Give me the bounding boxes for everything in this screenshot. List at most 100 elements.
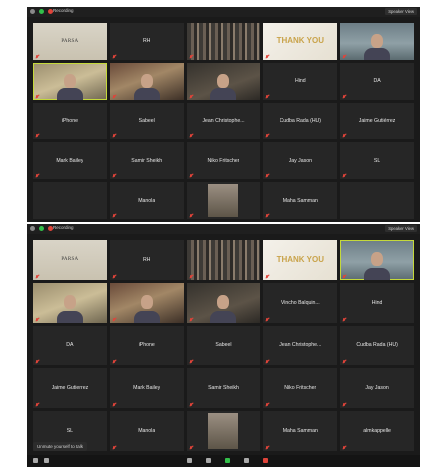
reactions-icon[interactable] <box>263 458 268 463</box>
close-dot-icon[interactable] <box>30 9 35 14</box>
participant-tile[interactable] <box>340 240 414 280</box>
mute-mic-icon <box>265 274 269 279</box>
participant-tile[interactable]: Jay Jason <box>340 368 414 409</box>
participant-tile[interactable]: SL <box>340 142 414 180</box>
camera-icon[interactable] <box>44 458 49 463</box>
participant-tile[interactable]: Maha Samman <box>263 182 338 219</box>
participant-tile[interactable]: Jay Jason <box>263 142 338 180</box>
participant-name: Maha Samman <box>282 428 318 435</box>
participant-body <box>56 87 83 100</box>
participant-name: iPhone <box>138 342 155 349</box>
participant-tile[interactable]: Samir Sheikh <box>186 368 261 409</box>
mute-mic-icon <box>35 274 39 279</box>
mute-mic-icon <box>112 54 116 59</box>
participant-tile[interactable]: THANK YOU <box>263 23 338 60</box>
participant-tile[interactable]: Manola <box>109 182 184 219</box>
participant-tile[interactable] <box>186 62 261 100</box>
participant-body <box>133 87 160 100</box>
mute-mic-icon <box>189 213 193 218</box>
participant-tile[interactable] <box>109 62 184 100</box>
participant-tile[interactable] <box>186 23 261 60</box>
speaker-view-button[interactable]: Speaker View <box>385 8 417 15</box>
close-dot-icon[interactable] <box>30 226 35 231</box>
participant-tile[interactable]: DA <box>340 62 414 100</box>
participant-name: Hind <box>371 299 383 306</box>
mute-mic-icon <box>189 445 193 450</box>
participant-name: Samir Sheikh <box>131 157 163 164</box>
participant-tile[interactable]: RH <box>109 23 184 60</box>
participant-name: Mark Bailey <box>133 385 161 392</box>
participant-tile[interactable] <box>186 182 261 219</box>
participant-tile[interactable]: RH <box>109 240 184 280</box>
participant-tile[interactable]: Niko Fritscher <box>263 368 338 409</box>
mute-mic-icon <box>342 174 346 178</box>
participant-name: almkappelle <box>363 428 391 435</box>
participant-tile[interactable]: THANK YOU <box>263 240 338 280</box>
participant-tile[interactable]: iPhone <box>109 325 184 366</box>
participant-tile[interactable]: Maha Samman <box>263 411 338 451</box>
mute-mic-icon <box>112 360 116 364</box>
speaker-view-button[interactable]: Speaker View <box>385 225 417 232</box>
participant-tile[interactable]: Hind <box>340 282 414 323</box>
participant-tile[interactable] <box>186 411 261 451</box>
participant-face <box>63 294 76 309</box>
participant-grid: PARSA RH THANK YOU Vincho Balquin... Hind DA i… <box>33 240 414 451</box>
participant-name: Jean Christophe... <box>202 117 245 124</box>
participant-name: Jaime Gutiérrez <box>358 117 396 124</box>
mute-mic-icon <box>342 134 346 138</box>
participant-tile[interactable] <box>33 62 107 100</box>
participant-tile[interactable]: Jaime Gutierrez <box>33 368 107 409</box>
participant-tile[interactable] <box>186 282 261 323</box>
participant-tile[interactable]: DA <box>33 325 107 366</box>
participant-name: Niko Fritscher <box>207 157 240 164</box>
microphone-icon[interactable] <box>33 458 38 463</box>
participant-face <box>63 73 76 88</box>
mute-mic-icon <box>342 317 346 322</box>
participant-tile[interactable]: Jean Christophe... <box>263 325 338 366</box>
participant-tile[interactable]: iPhone <box>33 102 107 140</box>
participant-face <box>371 251 384 266</box>
participant-tile[interactable]: Mark Bailey <box>33 142 107 180</box>
participant-name: RH <box>142 38 151 45</box>
participant-tile[interactable] <box>109 282 184 323</box>
zoom-window-top: Recording Speaker View PARSA RH THANK YOU H… <box>27 7 420 222</box>
participant-tile[interactable]: Jaime Gutiérrez <box>340 102 414 140</box>
mute-mic-icon <box>112 94 116 99</box>
participant-tile[interactable]: Jean Christophe... <box>186 102 261 140</box>
participant-tile[interactable]: Sabeel <box>186 325 261 366</box>
participant-tile[interactable]: Manola <box>109 411 184 451</box>
participant-body <box>364 267 391 280</box>
participant-tile[interactable]: Cudba Rada (HU) <box>340 325 414 366</box>
participant-tile[interactable]: PARSA <box>33 240 107 280</box>
meeting-toolbar <box>27 455 420 467</box>
participant-tile[interactable] <box>33 282 107 323</box>
share-screen-icon[interactable] <box>225 458 230 463</box>
participant-tile[interactable]: Samir Sheikh <box>109 142 184 180</box>
participant-face <box>140 294 153 309</box>
participant-tile[interactable]: Hind <box>263 62 338 100</box>
participant-name: Manola <box>138 197 156 204</box>
participant-body <box>133 310 160 323</box>
mute-mic-icon <box>35 360 39 364</box>
chat-icon[interactable] <box>206 458 211 463</box>
record-icon[interactable] <box>244 458 249 463</box>
participant-tile[interactable]: PARSA <box>33 23 107 60</box>
participant-name: Jean Christophe... <box>279 342 322 349</box>
maximize-dot-icon[interactable] <box>39 226 44 231</box>
participant-tile[interactable] <box>340 23 414 60</box>
participant-tile[interactable]: Vincho Balquin... <box>263 282 338 323</box>
participant-tile[interactable]: Sabeel <box>109 102 184 140</box>
participant-tile[interactable]: Mark Bailey <box>109 368 184 409</box>
participant-name: Samir Sheikh <box>208 385 239 392</box>
maximize-dot-icon[interactable] <box>39 9 44 14</box>
participant-tile[interactable] <box>340 182 414 219</box>
title-bar: Recording Speaker View <box>27 7 420 17</box>
participant-tile[interactable]: almkappelle <box>340 411 414 451</box>
participant-tile[interactable] <box>33 182 107 219</box>
mute-mic-icon <box>265 54 269 59</box>
thank-you-banner: THANK YOU <box>276 254 324 264</box>
participants-icon[interactable] <box>187 458 192 463</box>
participant-tile[interactable] <box>186 240 261 280</box>
participant-tile[interactable]: Niko Fritscher <box>186 142 261 180</box>
participant-tile[interactable]: Cudba Rada (HU) <box>263 102 338 140</box>
